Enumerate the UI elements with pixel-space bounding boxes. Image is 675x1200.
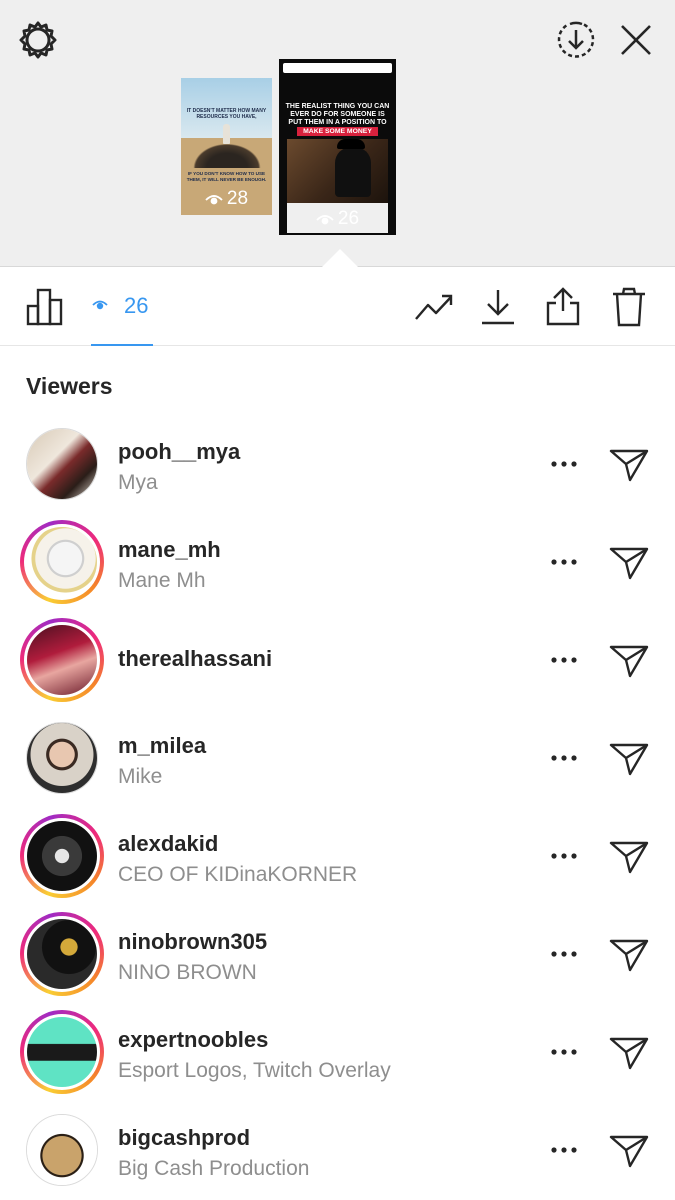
story-2-hat xyxy=(337,139,365,149)
viewer-username[interactable]: therealhassani xyxy=(118,646,272,672)
eye-icon xyxy=(205,195,223,205)
viewer-row[interactable]: expertnoobles Esport Logos, Twitch Overl… xyxy=(0,1003,675,1101)
viewer-fullname: Esport Logos, Twitch Overlay xyxy=(118,1059,391,1082)
send-message-icon[interactable] xyxy=(608,937,650,973)
share-icon[interactable] xyxy=(545,286,581,326)
avatar[interactable] xyxy=(20,618,104,702)
story-thumbnail-2[interactable]: THE REALIST THING YOU CAN EVER DO FOR SO… xyxy=(279,59,396,235)
more-options-icon[interactable] xyxy=(548,745,580,771)
trash-icon[interactable] xyxy=(611,287,647,327)
story-1-views: 28 xyxy=(226,188,249,209)
viewer-fullname: NINO BROWN xyxy=(118,961,257,984)
send-message-icon[interactable] xyxy=(608,1133,650,1169)
close-icon[interactable] xyxy=(616,20,656,60)
story-1-view-count: 28 xyxy=(181,188,272,210)
more-options-icon[interactable] xyxy=(548,1137,580,1163)
settings-gear-icon[interactable] xyxy=(16,18,60,62)
selected-story-pointer xyxy=(322,249,358,267)
viewers-heading: Viewers xyxy=(26,373,113,399)
eye-icon xyxy=(316,215,334,225)
download-circle-icon[interactable] xyxy=(554,18,598,62)
more-options-icon[interactable] xyxy=(548,843,580,869)
avatar[interactable] xyxy=(20,814,104,898)
send-message-icon[interactable] xyxy=(608,839,650,875)
viewer-fullname: Big Cash Production xyxy=(118,1157,310,1180)
story-1-figure xyxy=(223,124,230,144)
story-1-headline: IT DOESN'T MATTER HOW MANY RESOURCES YOU… xyxy=(186,108,267,120)
send-message-icon[interactable] xyxy=(608,447,650,483)
story-thumbnail-1[interactable]: IT DOESN'T MATTER HOW MANY RESOURCES YOU… xyxy=(181,78,272,215)
viewer-fullname: Mya xyxy=(118,471,158,494)
viewer-row[interactable]: bigcashprod Big Cash Production xyxy=(0,1101,675,1199)
viewer-fullname: CEO OF KIDinaKORNER xyxy=(118,863,358,886)
more-options-icon[interactable] xyxy=(548,1039,580,1065)
trend-icon[interactable] xyxy=(414,291,454,323)
viewer-row[interactable]: ninobrown305 NINO BROWN xyxy=(0,905,675,1003)
avatar[interactable] xyxy=(20,422,104,506)
story-2-header xyxy=(283,63,392,73)
story-2-highlight: MAKE SOME MONEY xyxy=(297,127,378,136)
viewer-username[interactable]: bigcashprod xyxy=(118,1125,250,1151)
viewer-row[interactable]: therealhassani xyxy=(0,611,675,709)
viewers-count: 26 xyxy=(124,293,149,318)
eye-icon xyxy=(92,300,108,310)
stats-icon[interactable] xyxy=(26,288,64,326)
story-2-title: THE REALIST THING YOU CAN EVER DO FOR SO… xyxy=(285,103,390,126)
story-1-pile xyxy=(191,142,263,168)
more-options-icon[interactable] xyxy=(548,549,580,575)
avatar[interactable] xyxy=(20,520,104,604)
viewer-fullname: Mane Mh xyxy=(118,569,206,592)
avatar[interactable] xyxy=(20,912,104,996)
save-icon[interactable] xyxy=(480,288,516,326)
send-message-icon[interactable] xyxy=(608,545,650,581)
more-options-icon[interactable] xyxy=(548,647,580,673)
story-2-view-count: 26 xyxy=(279,208,396,230)
viewer-username[interactable]: mane_mh xyxy=(118,537,221,563)
story-2-views: 26 xyxy=(337,208,360,229)
more-options-icon[interactable] xyxy=(548,451,580,477)
send-message-icon[interactable] xyxy=(608,1035,650,1071)
avatar[interactable] xyxy=(20,716,104,800)
more-options-icon[interactable] xyxy=(548,941,580,967)
viewer-fullname: Mike xyxy=(118,765,163,788)
viewer-row[interactable]: m_milea Mike xyxy=(0,709,675,807)
story-1-footer: IF YOU DON'T KNOW HOW TO USE THEM, IT WI… xyxy=(186,171,267,182)
viewer-username[interactable]: m_milea xyxy=(118,733,206,759)
send-message-icon[interactable] xyxy=(608,643,650,679)
viewer-username[interactable]: alexdakid xyxy=(118,831,218,857)
viewer-row[interactable]: mane_mh Mane Mh xyxy=(0,513,675,611)
story-preview-area: IT DOESN'T MATTER HOW MANY RESOURCES YOU… xyxy=(0,0,675,267)
send-message-icon[interactable] xyxy=(608,741,650,777)
avatar[interactable] xyxy=(20,1010,104,1094)
viewer-username[interactable]: pooh__mya xyxy=(118,439,240,465)
viewer-username[interactable]: expertnoobles xyxy=(118,1027,268,1053)
story-toolbar: 26 xyxy=(0,267,675,346)
viewer-username[interactable]: ninobrown305 xyxy=(118,929,267,955)
viewer-row[interactable]: pooh__mya Mya xyxy=(0,415,675,513)
avatar[interactable] xyxy=(20,1108,104,1192)
story-2-person xyxy=(335,147,371,197)
viewer-row[interactable]: alexdakid CEO OF KIDinaKORNER xyxy=(0,807,675,905)
